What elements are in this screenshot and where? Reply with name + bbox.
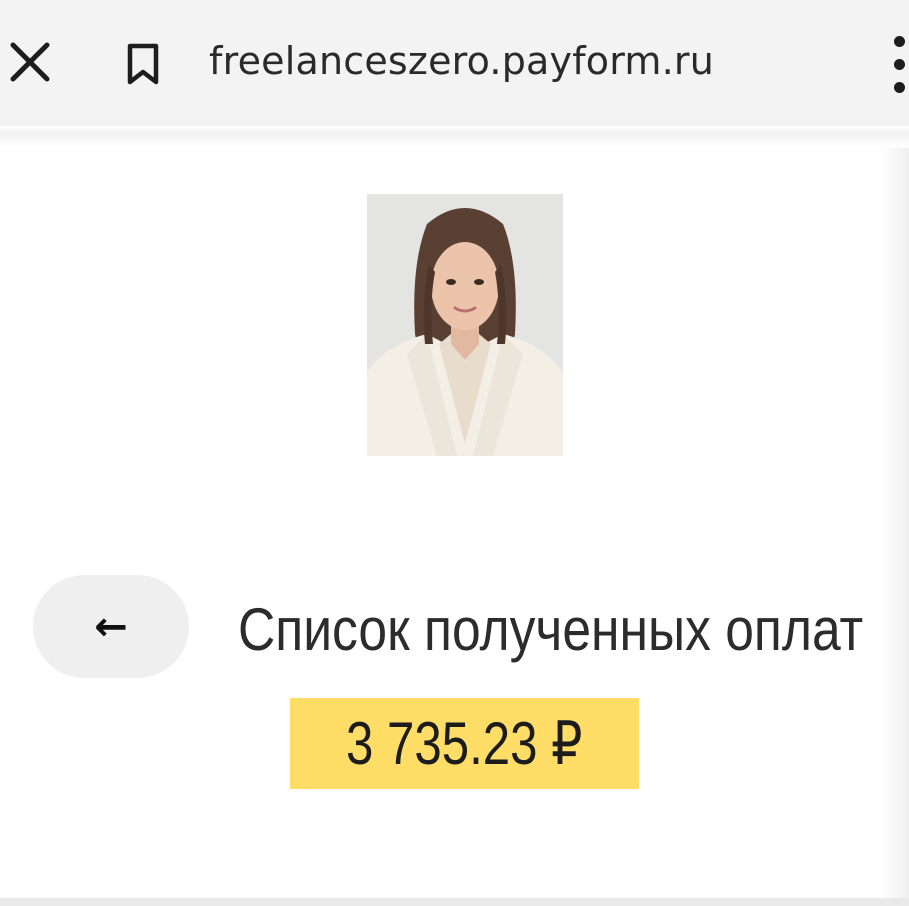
arrow-left-icon: ← [94, 603, 128, 650]
bottom-divider [0, 898, 909, 906]
close-icon [10, 42, 50, 82]
page-title: Список полученных оплат [238, 596, 864, 663]
address-bar-url[interactable]: freelanceszero.payform.ru [209, 36, 714, 86]
toolbar-divider [0, 126, 909, 148]
browser-toolbar: freelanceszero.payform.ru [0, 0, 909, 126]
more-vertical-icon [894, 82, 905, 93]
back-button[interactable]: ← [33, 575, 189, 678]
more-menu-button[interactable] [884, 32, 909, 96]
scroll-edge [879, 148, 909, 900]
profile-photo [367, 194, 563, 456]
more-vertical-icon [894, 36, 905, 47]
close-button[interactable] [4, 36, 56, 88]
bookmark-icon [127, 43, 159, 85]
total-amount-badge: 3 735.23 ₽ [290, 698, 639, 789]
total-amount: 3 735.23 ₽ [346, 709, 583, 777]
bookmark-button[interactable] [118, 36, 168, 92]
more-vertical-icon [894, 59, 905, 70]
